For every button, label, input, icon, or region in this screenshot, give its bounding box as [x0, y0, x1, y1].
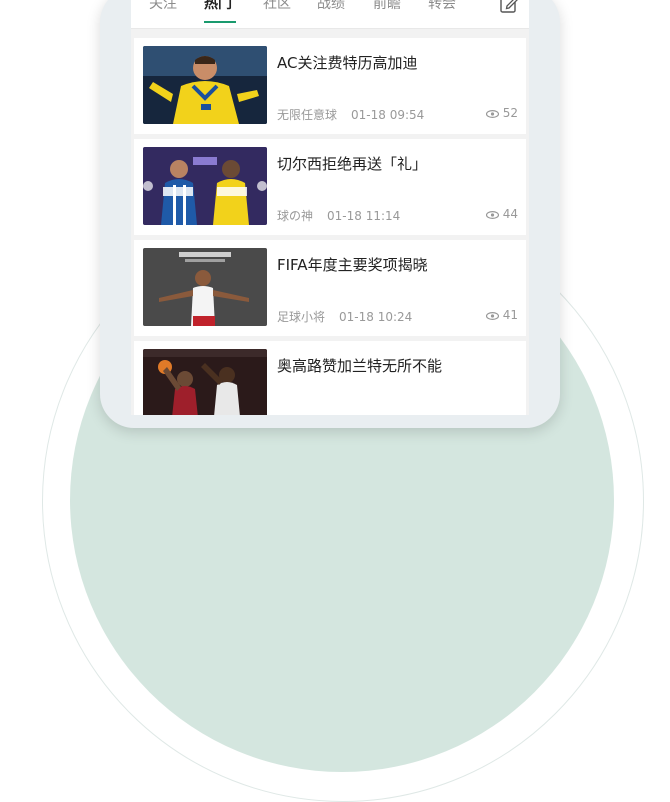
view-count-value: 44: [502, 207, 518, 221]
article-author: 无限任意球: [277, 108, 338, 122]
active-tab-indicator: [204, 21, 236, 23]
article-date: 01-18 11:14: [327, 209, 401, 223]
news-card[interactable]: AC关注费特历高加迪 无限任意球 01-18 09:54 52: [134, 38, 526, 134]
news-card[interactable]: 切尔西拒绝再送「礼」 球の神 01-18 11:14 44: [134, 139, 526, 235]
article-thumbnail: [143, 248, 267, 326]
article-title: 奥高路赞加兰特无所不能: [277, 357, 443, 375]
article-title: FIFA年度主要奖项揭晓: [277, 256, 428, 274]
article-meta: 无限任意球 01-18 09:54: [277, 106, 424, 123]
article-date: 01-18 10:24: [339, 310, 413, 324]
article-thumbnail: [143, 46, 267, 124]
tab-records[interactable]: 战绩: [317, 0, 345, 14]
edit-icon[interactable]: [499, 0, 519, 14]
view-count: 41: [485, 308, 518, 322]
tab-transfer[interactable]: 转会: [428, 0, 456, 14]
tab-community[interactable]: 社区: [263, 0, 291, 14]
category-tab-bar: 关注 热门 社区 战绩 前瞻 转会: [131, 0, 529, 29]
view-count-value: 52: [502, 106, 518, 120]
article-title: AC关注费特历高加迪: [277, 54, 418, 72]
article-meta: 足球小将 01-18 10:24: [277, 308, 412, 325]
article-title: 切尔西拒绝再送「礼」: [277, 155, 428, 173]
eye-icon: [485, 311, 499, 320]
article-author: 球の神: [277, 209, 314, 223]
view-count: 52: [485, 106, 518, 120]
view-count: 44: [485, 207, 518, 221]
news-card[interactable]: 奥高路赞加兰特无所不能: [134, 341, 526, 415]
article-author: 足球小将: [277, 310, 326, 324]
article-thumbnail: [143, 147, 267, 225]
app-screen: 关注 热门 社区 战绩 前瞻 转会 AC关注费特历高加迪 无限任意球 01-18 …: [131, 0, 529, 415]
article-date: 01-18 09:54: [351, 108, 425, 122]
article-meta: 球の神 01-18 11:14: [277, 207, 400, 224]
view-count-value: 41: [502, 308, 518, 322]
tab-hot[interactable]: 热门: [204, 0, 232, 14]
eye-icon: [485, 210, 499, 219]
news-card[interactable]: FIFA年度主要奖项揭晓 足球小将 01-18 10:24 41: [134, 240, 526, 336]
tab-preview[interactable]: 前瞻: [373, 0, 401, 14]
eye-icon: [485, 109, 499, 118]
article-thumbnail: [143, 349, 267, 415]
tab-follow[interactable]: 关注: [149, 0, 177, 14]
